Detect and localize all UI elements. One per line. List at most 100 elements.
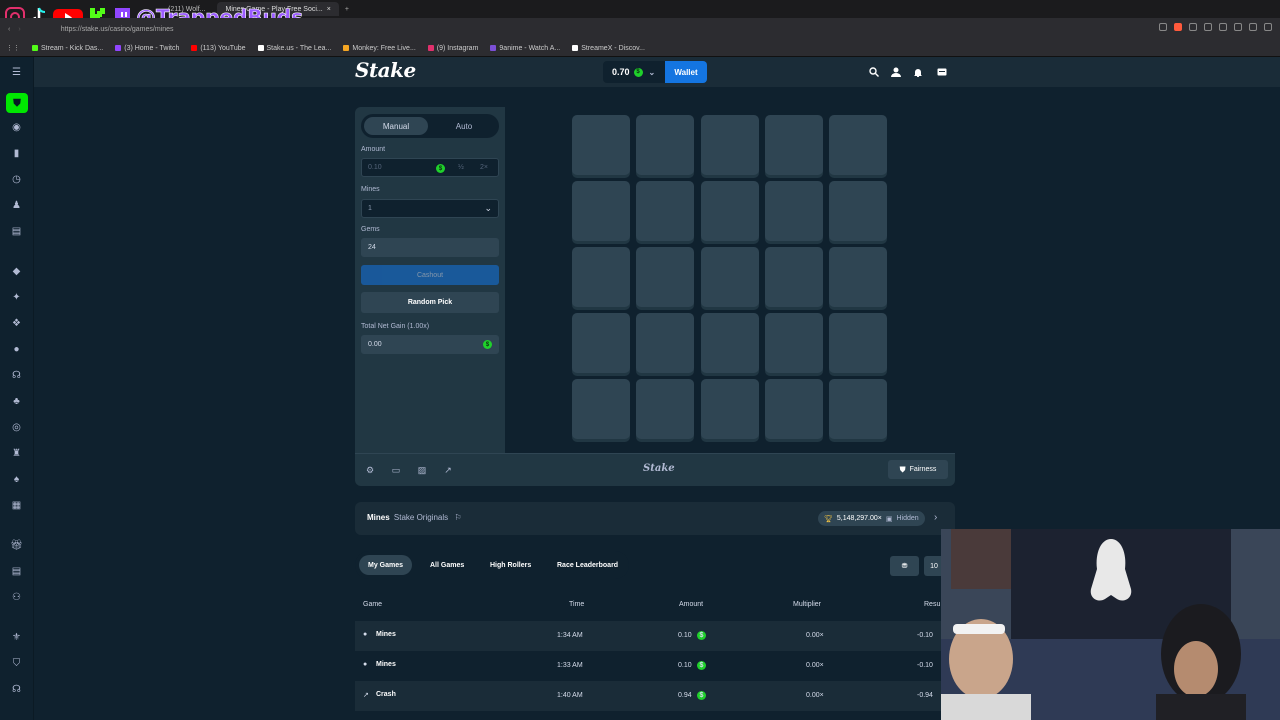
- sidebar-item-vip-icon[interactable]: ⚜: [10, 631, 23, 644]
- apps-icon[interactable]: ⋮⋮: [6, 44, 20, 52]
- user-icon[interactable]: [890, 66, 901, 77]
- mine-tile[interactable]: [829, 379, 888, 439]
- mine-tile[interactable]: [764, 313, 823, 373]
- mine-tile[interactable]: [636, 115, 695, 175]
- sidebar-item-responsible-icon[interactable]: ⛉: [10, 657, 23, 670]
- sidebar-promo-button[interactable]: ⛊: [6, 93, 28, 113]
- fairness-button[interactable]: ⛊ Fairness: [888, 460, 948, 479]
- bookmark-icon[interactable]: ⚐: [454, 513, 461, 522]
- cashout-button[interactable]: Cashout: [361, 265, 499, 285]
- stake-logo[interactable]: Stake: [355, 58, 416, 82]
- mine-tile[interactable]: [572, 115, 630, 175]
- extension-icon[interactable]: [1204, 23, 1212, 31]
- mine-tile[interactable]: [572, 247, 630, 307]
- table-row[interactable]: ● Mines 1:33 AM 0.10 $ 0.00× -0.10: [355, 651, 955, 681]
- tab-high-rollers[interactable]: High Rollers: [481, 555, 540, 575]
- mine-tile[interactable]: [700, 379, 759, 439]
- amount-input[interactable]: 0.10: [368, 164, 382, 171]
- mine-tile[interactable]: [764, 247, 823, 307]
- tab-race-leaderboard[interactable]: Race Leaderboard: [548, 555, 627, 575]
- mine-tile[interactable]: [829, 247, 888, 307]
- bookmark-kick[interactable]: Stream - Kick Das...: [32, 45, 103, 52]
- sidebar-item-challenges-icon[interactable]: ♟: [10, 199, 23, 212]
- chat-icon[interactable]: [936, 66, 947, 77]
- sidebar-item-recent-icon[interactable]: ◷: [10, 173, 23, 186]
- tab-auto[interactable]: Auto: [432, 117, 496, 135]
- sidebar-item-affiliate-icon[interactable]: ⚇: [10, 591, 23, 604]
- bell-icon[interactable]: [912, 66, 923, 77]
- mine-tile[interactable]: [636, 247, 695, 307]
- extension-icon[interactable]: [1219, 23, 1227, 31]
- sidebar-item-blackjack-icon[interactable]: ♠: [10, 473, 23, 486]
- mine-tile[interactable]: [829, 313, 888, 373]
- sidebar-item-favourites-icon[interactable]: ▮: [10, 147, 23, 160]
- close-tab-icon[interactable]: ×: [327, 6, 331, 13]
- sidebar-item-support-icon[interactable]: ☊: [10, 683, 23, 696]
- ghost-mode-button[interactable]: ⛃: [890, 556, 919, 576]
- random-pick-button[interactable]: Random Pick: [361, 292, 499, 313]
- back-icon[interactable]: ‹: [8, 26, 10, 33]
- extension-icon[interactable]: [1189, 23, 1197, 31]
- mine-tile[interactable]: [829, 181, 888, 241]
- tab-manual[interactable]: Manual: [364, 117, 428, 135]
- mine-tile[interactable]: [700, 181, 759, 241]
- settings-icon[interactable]: ⚙: [365, 465, 375, 475]
- menu-icon[interactable]: [1264, 23, 1272, 31]
- bookmark-instagram[interactable]: (9) Instagram: [427, 45, 478, 52]
- stats-icon[interactable]: ▨: [417, 465, 427, 475]
- bookmark-youtube[interactable]: (113) YouTube: [191, 45, 246, 52]
- new-tab-icon[interactable]: +: [345, 6, 349, 13]
- mine-tile[interactable]: [572, 313, 630, 373]
- mine-tile[interactable]: [636, 379, 695, 439]
- mines-select[interactable]: 1 ⌄: [361, 199, 499, 218]
- live-stats-icon[interactable]: ↗: [443, 465, 453, 475]
- mine-tile[interactable]: [572, 379, 630, 439]
- extension-icon[interactable]: [1159, 23, 1167, 31]
- theatre-mode-icon[interactable]: ▭: [391, 465, 401, 475]
- sidebar-item-originals-icon[interactable]: ◆: [10, 265, 23, 278]
- sidebar-item-roulette-icon[interactable]: ◎: [10, 421, 23, 434]
- sidebar-item-promotions-icon[interactable]: 🎁︎: [10, 539, 23, 552]
- sidebar-item-casino-icon[interactable]: ◉: [10, 121, 23, 134]
- mine-tile[interactable]: [764, 115, 823, 175]
- mine-tile[interactable]: [700, 313, 759, 373]
- extension-icon[interactable]: [1249, 23, 1257, 31]
- sidebar-item-slots-icon[interactable]: ❖: [10, 317, 23, 330]
- double-button[interactable]: 2×: [480, 164, 488, 171]
- chevron-right-icon[interactable]: ›: [934, 512, 937, 523]
- mine-tile[interactable]: [700, 115, 759, 175]
- half-button[interactable]: ½: [458, 164, 464, 171]
- extension-icon[interactable]: [1174, 23, 1182, 31]
- tab-my-games[interactable]: My Games: [359, 555, 413, 575]
- sidebar-item-table-icon[interactable]: ♜: [10, 447, 23, 460]
- mine-tile[interactable]: [764, 181, 823, 241]
- sidebar-item-blog-icon[interactable]: ▤: [10, 565, 23, 578]
- sidebar-item-live-icon[interactable]: ☊: [10, 369, 23, 382]
- mine-tile[interactable]: [764, 379, 823, 439]
- mine-tile[interactable]: [829, 115, 888, 175]
- bookmark-streamex[interactable]: StreameX - Discov...: [572, 45, 645, 52]
- mine-tile[interactable]: [700, 247, 759, 307]
- extension-icon[interactable]: [1234, 23, 1242, 31]
- mine-tile[interactable]: [636, 313, 695, 373]
- forward-icon[interactable]: ›: [18, 26, 20, 33]
- tab-all-games[interactable]: All Games: [421, 555, 473, 575]
- sidebar-item-bets-icon[interactable]: ▤: [10, 225, 23, 238]
- table-row[interactable]: ● Mines 1:34 AM 0.10 $ 0.00× -0.10: [355, 621, 955, 651]
- wallet-button[interactable]: Wallet: [665, 61, 707, 83]
- balance-selector[interactable]: 0.70 $ ⌄: [603, 61, 665, 83]
- mine-tile[interactable]: [572, 181, 630, 241]
- bookmark-monkey[interactable]: Monkey: Free Live...: [343, 45, 416, 52]
- table-row[interactable]: ↗ Crash 1:40 AM 0.94 $ 0.00× -0.94: [355, 681, 955, 711]
- bookmark-twitch[interactable]: (3) Home - Twitch: [115, 45, 179, 52]
- url-field[interactable]: https://stake.us/casino/games/mines: [61, 26, 174, 33]
- sidebar-item-new-icon[interactable]: ✦: [10, 291, 23, 304]
- sidebar-item-hot-icon[interactable]: ●: [10, 343, 23, 356]
- wagered-badge[interactable]: 🏆︎ 5,148,297.00× ▣ Hidden: [818, 511, 925, 526]
- bookmark-9anime[interactable]: 9anime - Watch A...: [490, 45, 560, 52]
- sidebar-item-providers-icon[interactable]: ▦: [10, 499, 23, 512]
- bookmark-stake[interactable]: Stake.us - The Lea...: [257, 45, 331, 52]
- search-icon[interactable]: [868, 66, 879, 77]
- menu-icon[interactable]: ☰: [10, 66, 23, 79]
- mine-tile[interactable]: [636, 181, 695, 241]
